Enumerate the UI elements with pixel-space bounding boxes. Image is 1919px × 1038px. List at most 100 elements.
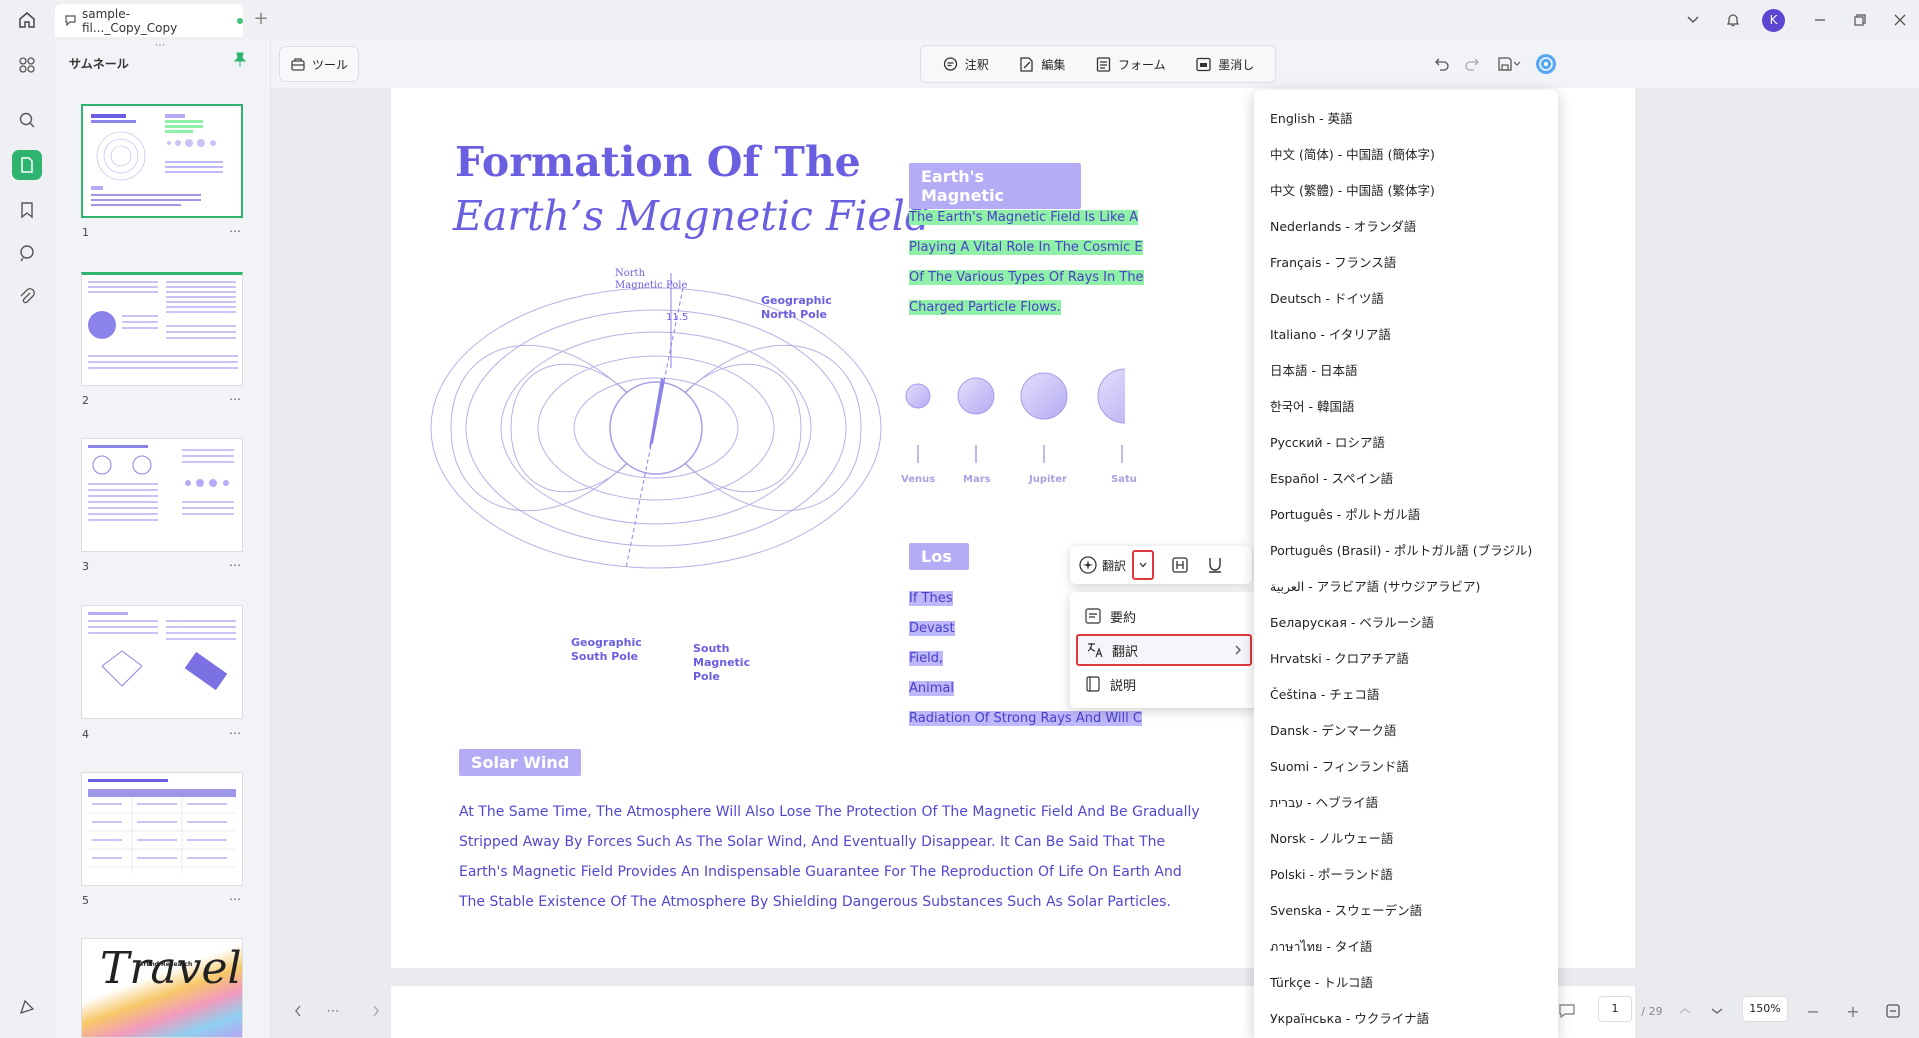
language-option[interactable]: Deutsch - ドイツ語 <box>1270 288 1384 307</box>
thumbnail-more-button[interactable]: ⋯ <box>229 558 242 572</box>
document-tab[interactable]: sample-fil..._Copy_Copy <box>55 4 243 37</box>
language-option[interactable]: 日本語 - 日本語 <box>1270 360 1357 379</box>
language-option[interactable]: Français - フランス語 <box>1270 252 1396 271</box>
language-option[interactable]: 中文 (繁體) - 中国語 (繁体字) <box>1270 180 1435 199</box>
language-option[interactable]: Русский - ロシア語 <box>1270 432 1385 451</box>
language-option[interactable]: Беларуская - ベラルーシ語 <box>1270 612 1434 631</box>
language-option[interactable]: Português (Brasil) - ポルトガル語 (ブラジル) <box>1270 540 1532 559</box>
language-option[interactable]: Dansk - デンマーク語 <box>1270 720 1396 739</box>
thumbnail-page-3[interactable] <box>81 438 243 552</box>
language-option[interactable]: Nederlands - オランダ語 <box>1270 216 1416 235</box>
language-option[interactable]: Italiano - イタリア語 <box>1270 324 1391 343</box>
rail-organize-button[interactable] <box>12 50 42 80</box>
language-option[interactable]: Hrvatski - クロアチア語 <box>1270 648 1409 667</box>
south-magnetic-pole-label: South Magnetic Pole <box>693 642 750 684</box>
rail-attachment-button[interactable] <box>12 282 42 312</box>
label-line: North Pole <box>761 308 827 321</box>
language-option[interactable]: Español - スペイン語 <box>1270 468 1393 487</box>
zoom-in-button[interactable]: + <box>1842 1000 1864 1022</box>
restore-button[interactable] <box>1847 9 1873 31</box>
language-option[interactable]: ภาษาไทย - タイ語 <box>1270 936 1372 957</box>
menu-item-explain[interactable]: 説明 <box>1076 668 1252 700</box>
ai-dropdown-button[interactable] <box>1132 550 1155 580</box>
ai-assistant-icon <box>1536 54 1556 74</box>
thumbnail-number: 2 <box>82 394 89 407</box>
language-option[interactable]: العربية - アラビア語 (サウジアラビア) <box>1270 576 1480 595</box>
notification-button[interactable] <box>1720 9 1746 31</box>
comment-view-button[interactable] <box>1556 1000 1578 1022</box>
rail-comments-button[interactable] <box>12 238 42 268</box>
solar-wind-heading: Solar Wind <box>459 749 582 776</box>
body-text-line: Stripped Away By Forces Such As The Sola… <box>459 834 1166 850</box>
pin-panel-button[interactable] <box>233 52 247 68</box>
language-option[interactable]: Svenska - スウェーデン語 <box>1270 900 1422 919</box>
redo-button[interactable] <box>1459 52 1485 76</box>
user-avatar[interactable]: K <box>1762 9 1785 32</box>
more-nav-button[interactable]: ⋯ <box>318 1000 348 1022</box>
tools-button[interactable]: ツール <box>279 46 359 82</box>
translate-icon <box>1087 643 1103 658</box>
mode-edit-button[interactable]: 編集 <box>1018 56 1065 73</box>
close-button[interactable] <box>1887 9 1913 31</box>
mode-form-button[interactable]: フォーム <box>1095 56 1166 73</box>
thumbnail-page-1[interactable] <box>81 104 243 218</box>
zoom-level-input[interactable]: 150% <box>1742 996 1788 1022</box>
menu-item-summarize[interactable]: 要約 <box>1076 600 1252 632</box>
home-button[interactable] <box>14 9 40 31</box>
title-bar: sample-fil..._Copy_Copy + K <box>0 0 1919 40</box>
language-option[interactable]: 中文 (简体) - 中国語 (簡体字) <box>1270 144 1435 163</box>
language-option[interactable]: English - 英語 <box>1270 108 1353 127</box>
language-option[interactable]: Türkçe - トルコ語 <box>1270 972 1373 991</box>
underline-button[interactable] <box>1206 555 1224 575</box>
language-option[interactable]: Suomi - フィンランド語 <box>1270 756 1409 775</box>
tab-list-button[interactable] <box>1680 9 1706 31</box>
ai-assistant-button[interactable] <box>1533 52 1559 76</box>
rail-settings-button[interactable] <box>12 992 42 1022</box>
mode-annotate-button[interactable]: 注釈 <box>942 56 989 73</box>
mode-redact-button[interactable]: 墨消し <box>1195 56 1254 73</box>
pin-icon <box>233 52 247 67</box>
thumbnail-preview <box>88 281 238 369</box>
save-button[interactable] <box>1491 52 1527 76</box>
language-option[interactable]: 한국어 - 韓国語 <box>1270 396 1354 415</box>
language-option[interactable]: Português - ポルトガル語 <box>1270 504 1420 523</box>
comment-icon <box>65 15 76 26</box>
rail-search-button[interactable] <box>12 105 42 135</box>
page-up-button[interactable] <box>1674 1000 1696 1022</box>
thumbnail-more-button[interactable]: ⋯ <box>229 726 242 740</box>
translate-button-label[interactable]: 翻訳 <box>1102 557 1126 574</box>
thumbnail-page-6[interactable]: Travel Trend Research <box>81 938 243 1038</box>
new-tab-button[interactable]: + <box>250 9 272 31</box>
panel-drag-handle[interactable]: ⋯ <box>155 40 166 51</box>
highlighted-line: Playing A Vital Role In The Cosmic E <box>909 240 1143 255</box>
highlight-button[interactable] <box>1170 555 1190 575</box>
language-option[interactable]: עברית - ヘブライ語 <box>1270 792 1378 811</box>
menu-item-label: 要約 <box>1110 610 1137 626</box>
thumbnail-page-4[interactable] <box>81 605 243 719</box>
menu-item-translate[interactable]: 翻訳 <box>1076 634 1252 666</box>
thumbnail-more-button[interactable]: ⋯ <box>229 392 242 406</box>
toolbox-icon <box>291 58 305 71</box>
language-menu: English - 英語 中文 (简体) - 中国語 (簡体字) 中文 (繁體)… <box>1254 90 1558 1038</box>
language-option[interactable]: Polski - ポーランド語 <box>1270 864 1393 883</box>
zoom-out-button[interactable]: − <box>1802 1000 1824 1022</box>
rail-bookmark-button[interactable] <box>12 195 42 225</box>
tools-button-label: ツール <box>311 57 348 72</box>
previous-button[interactable] <box>286 1000 310 1022</box>
thumbnail-more-button[interactable]: ⋯ <box>229 892 242 906</box>
minimize-button[interactable] <box>1807 9 1833 31</box>
next-button[interactable] <box>364 1000 388 1022</box>
highlighted-line: Of The Various Types Of Rays In The <box>909 270 1144 285</box>
language-option[interactable]: Čeština - チェコ語 <box>1270 684 1379 703</box>
thumbnail-page-2[interactable] <box>81 272 243 386</box>
page-number-input[interactable]: 1 <box>1598 996 1632 1022</box>
language-option[interactable]: Norsk - ノルウェー語 <box>1270 828 1393 847</box>
thumbnail-page-5[interactable] <box>81 772 243 886</box>
undo-button[interactable] <box>1429 52 1455 76</box>
total-pages: / 29 <box>1641 1004 1663 1018</box>
rail-thumbnails-button[interactable] <box>12 150 42 180</box>
thumbnail-more-button[interactable]: ⋯ <box>229 224 242 238</box>
page-down-button[interactable] <box>1706 1000 1728 1022</box>
menu-item-label: 説明 <box>1110 678 1137 694</box>
fit-page-button[interactable] <box>1882 1000 1904 1022</box>
